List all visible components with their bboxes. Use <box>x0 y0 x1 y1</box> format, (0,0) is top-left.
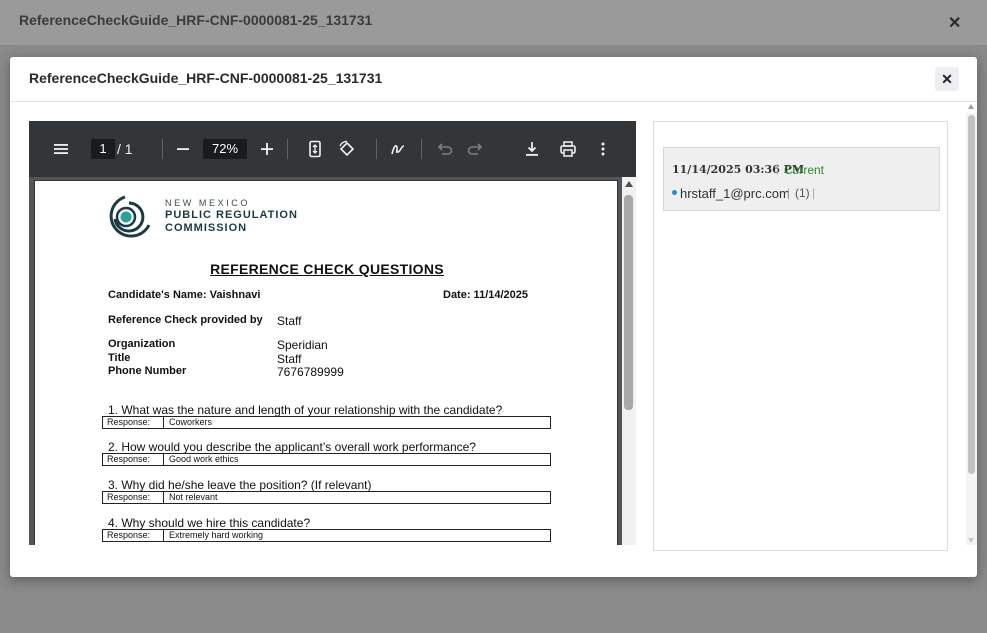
commission-logo-icon <box>109 195 151 238</box>
field-value-title: Staff <box>277 352 302 366</box>
document-title: REFERENCE CHECK QUESTIONS <box>210 261 444 277</box>
response-box-2: Response: Good work ethics <box>102 453 551 466</box>
version-separator: | <box>776 163 779 175</box>
background-window-title: ReferenceCheckGuide_HRF-CNF-0000081-25_1… <box>19 12 373 28</box>
question-1: 1. What was the nature and length of you… <box>108 403 503 417</box>
response-label: Response: <box>103 454 164 465</box>
background-close-icon[interactable]: ✕ <box>948 13 961 33</box>
toolbar-divider <box>162 139 163 159</box>
version-count: (1) <box>795 186 810 200</box>
redo-icon[interactable] <box>466 139 486 159</box>
background-window-header: ReferenceCheckGuide_HRF-CNF-0000081-25_1… <box>0 0 987 46</box>
undo-icon[interactable] <box>434 139 454 159</box>
modal-scrollbar-thumb[interactable] <box>968 115 975 474</box>
question-4: 4. Why should we hire this candidate? <box>108 516 311 530</box>
print-icon[interactable] <box>558 139 578 159</box>
field-label-provided-by: Reference Check provided by <box>108 314 263 326</box>
field-value-organization: Speridian <box>277 338 328 352</box>
fit-page-icon[interactable] <box>305 139 325 159</box>
field-label-organization: Organization <box>108 338 176 350</box>
pdf-viewer: 1 / 1 72% NEW MEXICO PUBLIC REGULATION C… <box>29 121 636 545</box>
page-total: / 1 <box>117 141 133 157</box>
response-label: Response: <box>103 417 164 428</box>
modal-title: ReferenceCheckGuide_HRF-CNF-0000081-25_1… <box>29 70 383 86</box>
toolbar-divider <box>376 139 377 159</box>
modal-scroll-up-icon[interactable] <box>968 104 974 109</box>
pdf-scrollbar-thumb[interactable] <box>624 195 633 410</box>
field-label-title: Title <box>108 352 131 364</box>
download-icon[interactable] <box>522 139 542 159</box>
response-value-3: Not relevant <box>169 492 218 502</box>
version-separator: | <box>787 186 791 200</box>
scroll-up-icon[interactable] <box>625 181 633 187</box>
response-box-1: Response: Coworkers <box>102 416 551 429</box>
modal-scrollbar[interactable] <box>966 104 977 545</box>
zoom-in-icon[interactable] <box>257 139 277 159</box>
org-name-line3: COMMISSION <box>165 222 248 234</box>
modal-close-button[interactable]: ✕ <box>935 67 959 91</box>
candidate-name: Candidate's Name: Vaishnavi <box>108 289 261 301</box>
zoom-level-input[interactable]: 72% <box>203 139 247 159</box>
response-label: Response: <box>103 492 164 503</box>
response-value-1: Coworkers <box>169 417 213 427</box>
document-modal: ReferenceCheckGuide_HRF-CNF-0000081-25_1… <box>10 57 977 577</box>
response-label: Response: <box>103 530 164 541</box>
menu-icon[interactable] <box>51 139 71 159</box>
version-entry[interactable]: 11/14/2025 03:36 PM | Current hrstaff_1@… <box>663 147 940 211</box>
toolbar-divider <box>421 139 422 159</box>
more-options-icon[interactable] <box>593 139 613 159</box>
pdf-scrollbar[interactable] <box>622 177 636 545</box>
version-user[interactable]: hrstaff_1@prc.com <box>680 186 790 201</box>
org-name-line1: NEW MEXICO <box>165 198 251 208</box>
response-box-3: Response: Not relevant <box>102 491 551 504</box>
response-value-2: Good work ethics <box>169 454 239 464</box>
version-history-panel: 11/14/2025 03:36 PM | Current hrstaff_1@… <box>653 121 948 551</box>
org-name-line2: PUBLIC REGULATION <box>165 209 298 221</box>
bullet-icon <box>672 190 677 195</box>
zoom-out-icon[interactable] <box>173 139 193 159</box>
modal-scroll-down-icon[interactable] <box>968 538 974 543</box>
pdf-page: NEW MEXICO PUBLIC REGULATION COMMISSION … <box>34 180 618 545</box>
field-value-phone: 7676789999 <box>277 365 344 379</box>
question-3: 3. Why did he/she leave the position? (I… <box>108 478 372 492</box>
pdf-toolbar: 1 / 1 72% <box>29 121 636 177</box>
annotate-icon[interactable] <box>388 139 408 159</box>
document-date: Date: 11/14/2025 <box>443 289 529 301</box>
version-status-badge: Current <box>784 163 825 177</box>
field-value-provided-by: Staff <box>277 314 302 328</box>
version-separator: | <box>812 186 816 200</box>
response-value-4: Extremely hard working <box>169 530 264 540</box>
toolbar-divider <box>287 139 288 159</box>
modal-header: ReferenceCheckGuide_HRF-CNF-0000081-25_1… <box>10 57 977 102</box>
rotate-icon[interactable] <box>337 139 357 159</box>
question-2: 2. How would you describe the applicant’… <box>108 440 476 454</box>
page-number-input[interactable]: 1 <box>91 139 115 159</box>
field-label-phone: Phone Number <box>108 365 187 377</box>
response-box-4: Response: Extremely hard working <box>102 529 551 542</box>
